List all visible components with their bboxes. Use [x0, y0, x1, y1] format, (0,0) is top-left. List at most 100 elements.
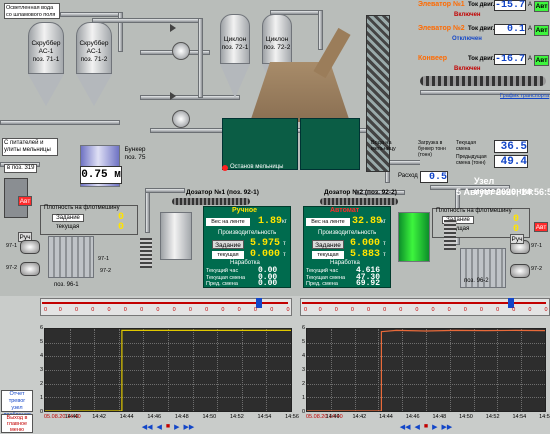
y-tick-label: 4 — [301, 353, 305, 359]
nav-next-icon[interactable]: ▶ — [432, 423, 437, 432]
trend-2-x-ticks: 05.08.20 14:40 14:40 14:42 14:44 14:46 14:48 1… — [306, 414, 550, 422]
load-prev-value: 49.4 — [494, 155, 528, 168]
bunker-level-display: 0.75 м — [80, 166, 122, 184]
nav-stop-icon[interactable]: ■ — [424, 423, 428, 432]
pipe — [318, 10, 323, 50]
x-tick-label: 0 — [44, 307, 48, 313]
nav-first-icon[interactable]: ◀◀ — [142, 423, 153, 432]
left-auto-button[interactable]: Авт — [18, 196, 32, 206]
dozator-1-zadanie-button[interactable]: Задание — [212, 240, 244, 249]
flotation-title: Плотность на флотмешину — [436, 208, 512, 214]
dozator-2-belt-label: Вес на ленте — [306, 218, 350, 226]
pump-icon[interactable] — [510, 264, 530, 278]
rashod-label: Расход — [398, 173, 418, 179]
load-prev-label: Предыдущая смена (тонн) — [456, 154, 487, 166]
valve-icon[interactable] — [170, 24, 176, 32]
right-manual-button[interactable]: Руч — [510, 234, 524, 244]
pipe — [145, 188, 150, 233]
x-tick-label: 14:44 — [119, 414, 134, 420]
dozator-1-belt-value: 1.89 — [258, 216, 283, 227]
dozator-1-tek-value: 0.000 — [250, 249, 281, 260]
y-tick-label: 0 — [301, 409, 305, 415]
dozator-2-tek-unit: т — [383, 252, 386, 258]
stop-mill-indicator[interactable] — [222, 165, 228, 171]
x-tick-label: 0 — [286, 307, 290, 313]
sump-96-1[interactable] — [48, 236, 94, 278]
trend-1-plot[interactable] — [44, 328, 292, 412]
pump-icon[interactable] — [20, 240, 40, 254]
trend-1-nav-icons[interactable]: ◀◀ ◀ ■ ▶ ▶▶ — [44, 423, 292, 432]
dozator-2-tek-value: 5.883 — [350, 249, 381, 260]
dozator-2-belt-value: 32.89 — [352, 216, 383, 227]
elevator-1-auto-button[interactable]: Авт — [534, 1, 549, 12]
trend-1-x-ticks: 05.08.20 14:40 14:40 14:42 14:44 14:46 14:48 1… — [44, 414, 299, 422]
x-tick-label: 14:46 — [405, 414, 420, 420]
conveyor-belt[interactable] — [420, 76, 546, 86]
dozator-1-tek-label: текущая — [212, 251, 244, 259]
dozator-1-zadanie-value: 5.975 — [250, 238, 281, 249]
y-tick-label: 3 — [39, 367, 43, 373]
transport-chart-link[interactable]: График транспорта — [500, 93, 549, 99]
spring-icon — [444, 220, 456, 250]
x-tick-label: 0 — [188, 307, 192, 313]
nav-stop-icon[interactable]: ■ — [166, 423, 170, 432]
elevator-2-value: 0.1 — [494, 24, 526, 35]
elevator-1-name: Элеватор №1 — [418, 1, 465, 8]
elevator-3-tok-label: Ток двиг. — [468, 56, 495, 62]
mill-1[interactable] — [160, 212, 192, 260]
elevator-1-state: Включен — [454, 12, 481, 18]
fan-icon[interactable] — [172, 110, 190, 128]
valve-icon[interactable] — [170, 92, 176, 100]
y-tick-label: 2 — [39, 381, 43, 387]
dozator-1-belt[interactable] — [172, 198, 250, 205]
to-319-label: в поз. 319 — [4, 164, 38, 173]
x-tick-label: 0 — [75, 307, 79, 313]
elevator-3-name: Конвеер — [418, 55, 448, 62]
main-menu-button[interactable]: Выход в главное меню — [1, 414, 33, 433]
stop-mill-label: Останов мельницы — [230, 164, 284, 170]
elevator-2-auto-button[interactable]: Авт — [534, 25, 549, 36]
scrubber-label: Скруббер АС-1 поз. 71-1 — [31, 40, 61, 63]
nav-prev-icon[interactable]: ◀ — [414, 423, 419, 432]
trend-svg — [45, 329, 291, 411]
x-tick-label: 14:56 — [539, 414, 550, 420]
nav-prev-icon[interactable]: ◀ — [156, 423, 161, 432]
trend-2-nav-icons[interactable]: ◀◀ ◀ ■ ▶ ▶▶ — [306, 423, 546, 432]
x-tick-label: 0 — [447, 307, 451, 313]
elevator-3-auto-button[interactable]: Авт — [534, 55, 549, 66]
alarm-report-button[interactable]: Отчет тревог узел дробления — [1, 390, 33, 418]
y-tick-label: 1 — [301, 395, 305, 401]
pipe — [198, 18, 203, 98]
valve-label: 97-1 — [531, 243, 543, 249]
series-line — [45, 329, 291, 411]
flotation-tek-value: 0 — [118, 222, 125, 233]
mill-2[interactable] — [398, 212, 430, 262]
trend-svg — [307, 329, 545, 411]
y-tick-label: 6 — [301, 325, 305, 331]
nav-last-icon[interactable]: ▶▶ — [184, 423, 195, 432]
dozator-1-prev-label: Пред. смена — [206, 281, 238, 287]
dozator-2-zadanie-button[interactable]: Задание — [312, 240, 344, 249]
pump-icon[interactable] — [20, 262, 40, 276]
x-tick-label: 0 — [415, 307, 419, 313]
nav-first-icon[interactable]: ◀◀ — [400, 423, 411, 432]
x-tick-label: 14:48 — [174, 414, 189, 420]
water-source-label: Осветленная вода со шламового поля — [4, 3, 60, 19]
mill-block[interactable] — [222, 118, 298, 170]
x-tick-label: 0 — [205, 307, 209, 313]
y-tick-label: 0 — [39, 409, 43, 415]
mill-block[interactable] — [300, 118, 360, 170]
fan-icon[interactable] — [172, 42, 190, 60]
x-tick-label: 0 — [107, 307, 111, 313]
pitatel-label: С питателей и улиты мельницы — [2, 138, 58, 156]
right-auto-button[interactable]: Авт — [534, 222, 548, 232]
trend-2-plot[interactable] — [306, 328, 546, 412]
dozator-1-mode: Ручное — [232, 207, 258, 214]
nav-last-icon[interactable]: ▶▶ — [442, 423, 453, 432]
elevator-1-tok-label: Ток двиг. — [468, 2, 495, 8]
valve-label: 97-2 — [100, 268, 112, 274]
x-tick-label: 0 — [528, 307, 532, 313]
x-tick-label: 0 — [91, 307, 95, 313]
nav-next-icon[interactable]: ▶ — [174, 423, 179, 432]
dozator-2-belt[interactable] — [320, 198, 398, 205]
